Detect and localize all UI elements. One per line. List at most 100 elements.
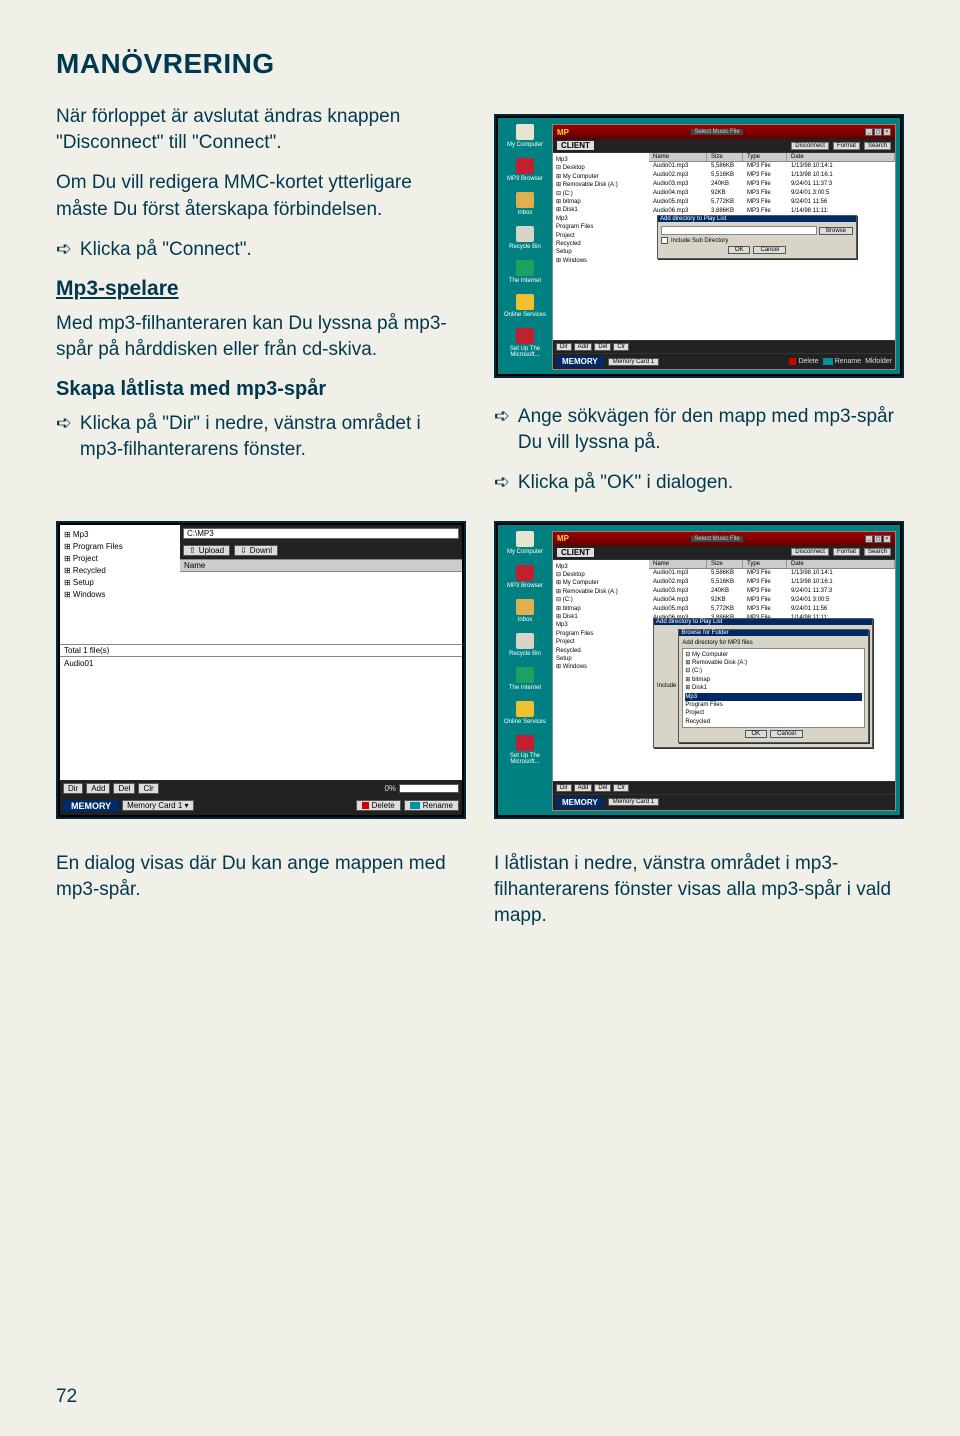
name-column-header: Name bbox=[180, 559, 462, 572]
dialog-title: Add directory to Play List bbox=[658, 216, 856, 222]
middle-columns: ⊞ Mp3 ⊞ Program Files ⊞ Project ⊞ Recycl… bbox=[56, 511, 904, 845]
minimize-icon[interactable]: _ bbox=[865, 128, 873, 136]
right-shot-col: My Computer MP3 Browser Inbox Recycle Bi… bbox=[494, 511, 904, 845]
screenshot-browse-folder: My Computer MP3 Browser Inbox Recycle Bi… bbox=[494, 521, 904, 819]
instruction-ange-sokvag: ➪ Ange sökvägen för den mapp med mp3-spå… bbox=[494, 404, 904, 456]
dir-button[interactable]: Dir bbox=[556, 343, 572, 351]
include-subdir-checkbox[interactable]: Include Sub Directory bbox=[661, 237, 853, 244]
del-button[interactable]: Del bbox=[594, 343, 611, 351]
arrow-icon: ➪ bbox=[56, 411, 72, 463]
browse-button[interactable]: Browse bbox=[819, 227, 853, 235]
clr-button[interactable]: Clr bbox=[613, 784, 629, 792]
directory-input[interactable] bbox=[661, 226, 817, 235]
screenshot-add-directory: My Computer MP3 Browser Inbox Recycle Bi… bbox=[494, 114, 904, 378]
file-area[interactable] bbox=[180, 572, 462, 644]
browse-dialog-label: Add directory for MP3 files bbox=[682, 640, 865, 646]
instruction-text: Klicka på "Connect". bbox=[80, 237, 252, 263]
delete-button[interactable]: Delete bbox=[798, 358, 818, 365]
instruction-text: Klicka på "OK" i dialogen. bbox=[518, 470, 733, 496]
disconnect-button[interactable]: Disconnect bbox=[791, 142, 829, 150]
ok-button[interactable]: OK bbox=[728, 246, 751, 254]
del-button[interactable]: Del bbox=[113, 783, 135, 794]
folder-tree[interactable]: Mp3 ⊟ Desktop ⊞ My Computer ⊞ Removable … bbox=[553, 153, 649, 340]
include-label: Include bbox=[657, 683, 676, 689]
desktop-icons: My Computer MP3 Browser Inbox Recycle Bi… bbox=[498, 525, 552, 815]
close-icon[interactable]: × bbox=[883, 535, 891, 543]
playlist-area[interactable]: Audio01 bbox=[60, 657, 462, 780]
format-button[interactable]: Format bbox=[833, 142, 860, 150]
top-columns: När förloppet är avslutat ändras knappen… bbox=[56, 104, 904, 511]
page-header: MANÖVRERING bbox=[56, 48, 904, 80]
close-icon[interactable]: × bbox=[883, 128, 891, 136]
add-directory-dialog: Add directory to Play List Browse Includ… bbox=[657, 215, 857, 259]
maximize-icon[interactable]: ▢ bbox=[874, 128, 882, 136]
memory-card-selector[interactable]: Memory Card 1 bbox=[608, 798, 659, 806]
arrow-icon: ➪ bbox=[494, 404, 510, 456]
path-input[interactable]: C:\MP3 bbox=[183, 528, 459, 539]
dir-button[interactable]: Dir bbox=[63, 783, 83, 794]
title-tab[interactable]: Select Music File bbox=[691, 129, 742, 135]
title-tab[interactable]: Select Music File bbox=[691, 536, 742, 542]
browse-folder-dialog: Browse for Folder Add directory for MP3 … bbox=[678, 629, 869, 743]
para-1: När förloppet är avslutat ändras knappen… bbox=[56, 104, 466, 156]
rename-button[interactable]: Rename bbox=[404, 800, 459, 811]
local-folder-tree[interactable]: ⊞ Mp3 ⊞ Program Files ⊞ Project ⊞ Recycl… bbox=[60, 525, 180, 644]
disconnect-button[interactable]: Disconnect bbox=[791, 548, 829, 556]
add-button[interactable]: Add bbox=[86, 783, 110, 794]
para-2: Om Du vill redigera MMC-kortet ytterliga… bbox=[56, 170, 466, 222]
file-list[interactable]: Name Size Type Date Audio01.mp35,586KBMP… bbox=[649, 560, 895, 781]
desktop-icons: My Computer MP3 Browser Inbox Recycle Bi… bbox=[498, 118, 552, 374]
cancel-button[interactable]: Cancel bbox=[753, 246, 786, 254]
arrow-icon: ➪ bbox=[494, 470, 510, 496]
client-label: CLIENT bbox=[557, 548, 594, 557]
del-button[interactable]: Del bbox=[594, 784, 611, 792]
delete-button[interactable]: Delete bbox=[356, 800, 401, 811]
instruction-text: Ange sökvägen för den mapp med mp3-spår … bbox=[518, 404, 904, 456]
clr-button[interactable]: Clr bbox=[613, 343, 629, 351]
para-dialog-visas: En dialog visas där Du kan ange mappen m… bbox=[56, 851, 466, 903]
search-button[interactable]: Search bbox=[864, 142, 891, 150]
instruction-ok: ➪ Klicka på "OK" i dialogen. bbox=[494, 470, 904, 496]
add-button[interactable]: Add bbox=[574, 343, 593, 351]
mp3-browser-window: MP Select Music File _ ▢ × CLIENT Discon… bbox=[552, 531, 896, 811]
memory-card-selector[interactable]: Memory Card 1 ▾ bbox=[122, 800, 193, 811]
add-button[interactable]: Add bbox=[574, 784, 593, 792]
app-logo: MP bbox=[557, 128, 569, 137]
memory-label: MEMORY bbox=[556, 797, 604, 808]
delete-icon bbox=[362, 802, 369, 809]
memory-label: MEMORY bbox=[556, 356, 604, 367]
heading-skapa-latlista: Skapa låtlista med mp3-spår bbox=[56, 378, 466, 401]
memory-card-selector[interactable]: Memory Card 1 bbox=[608, 358, 659, 366]
arrow-icon: ➪ bbox=[56, 237, 72, 263]
rename-icon bbox=[410, 802, 420, 809]
cancel-button[interactable]: Cancel bbox=[770, 730, 803, 738]
mkfolder-button[interactable]: Mkfolder bbox=[865, 358, 892, 365]
clr-button[interactable]: Clr bbox=[138, 783, 158, 794]
bottom-columns: En dialog visas där Du kan ange mappen m… bbox=[56, 851, 904, 944]
maximize-icon[interactable]: ▢ bbox=[874, 535, 882, 543]
browse-tree[interactable]: ⊟ My Computer ⊞ Removable Disk (A:) ⊟ (C… bbox=[682, 648, 865, 728]
left-shot-col: ⊞ Mp3 ⊞ Program Files ⊞ Project ⊞ Recycl… bbox=[56, 511, 466, 845]
delete-icon bbox=[789, 358, 796, 365]
dialog-title: Add directory to Play List bbox=[654, 619, 872, 625]
ok-button[interactable]: OK bbox=[745, 730, 768, 738]
upload-button[interactable]: ⇧Upload bbox=[183, 545, 230, 556]
rename-icon bbox=[823, 358, 833, 365]
minimize-icon[interactable]: _ bbox=[865, 535, 873, 543]
download-button[interactable]: ⇩Downl bbox=[234, 545, 278, 556]
client-label: CLIENT bbox=[557, 141, 594, 150]
add-directory-dialog: Add directory to Play List Include Brows… bbox=[653, 618, 873, 748]
rename-button[interactable]: Rename bbox=[835, 358, 861, 365]
file-list[interactable]: Name Size Type Date Audio01.mp35,586KBMP… bbox=[649, 153, 895, 340]
app-logo: MP bbox=[557, 534, 569, 543]
screenshot-local-pane: ⊞ Mp3 ⊞ Program Files ⊞ Project ⊞ Recycl… bbox=[56, 521, 466, 819]
heading-mp3-spelare: Mp3-spelare bbox=[56, 277, 466, 301]
folder-tree[interactable]: Mp3 ⊟ Desktop ⊞ My Computer ⊞ Removable … bbox=[553, 560, 649, 781]
left-column: När förloppet är avslutat ändras knappen… bbox=[56, 104, 466, 511]
instruction-dir: ➪ Klicka på "Dir" i nedre, vänstra områd… bbox=[56, 411, 466, 463]
right-column: My Computer MP3 Browser Inbox Recycle Bi… bbox=[494, 104, 904, 511]
dir-button[interactable]: Dir bbox=[556, 784, 572, 792]
format-button[interactable]: Format bbox=[833, 548, 860, 556]
search-button[interactable]: Search bbox=[864, 548, 891, 556]
mp3-browser-window: MP Select Music File _ ▢ × CLIENT Discon… bbox=[552, 124, 896, 370]
